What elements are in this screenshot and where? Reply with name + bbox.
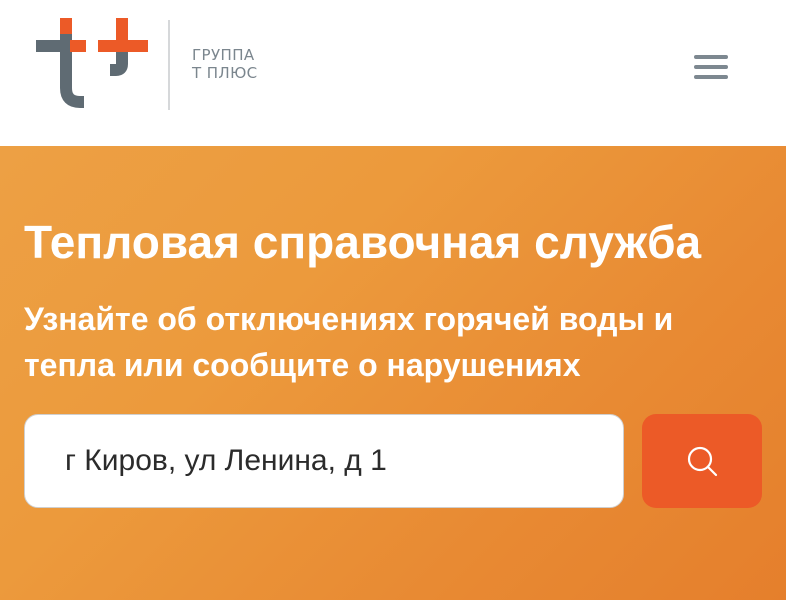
t-plus-logo-icon[interactable]: [36, 18, 148, 114]
logo-text-line2: Т ПЛЮС: [192, 64, 258, 82]
page-subtitle: Узнайте об отключениях горячей воды и те…: [24, 301, 674, 383]
search-icon: [687, 446, 718, 477]
site-header: ГРУППА Т ПЛЮС: [0, 0, 786, 146]
address-search-box: [24, 414, 624, 508]
page-title: Тепловая справочная служба: [24, 216, 702, 268]
hamburger-menu-button[interactable]: [690, 50, 732, 84]
logo-text-line1: ГРУППА: [192, 46, 255, 64]
address-search-input[interactable]: [65, 415, 605, 507]
logo-text: ГРУППА Т ПЛЮС: [192, 46, 258, 82]
hamburger-menu-bar: [694, 75, 728, 79]
hamburger-menu-icon: [694, 55, 728, 59]
logo-divider: [168, 20, 170, 110]
hamburger-menu-bar: [694, 65, 728, 69]
hero-section: Тепловая справочная служба Узнайте об от…: [0, 146, 786, 600]
search-button[interactable]: [642, 414, 762, 508]
